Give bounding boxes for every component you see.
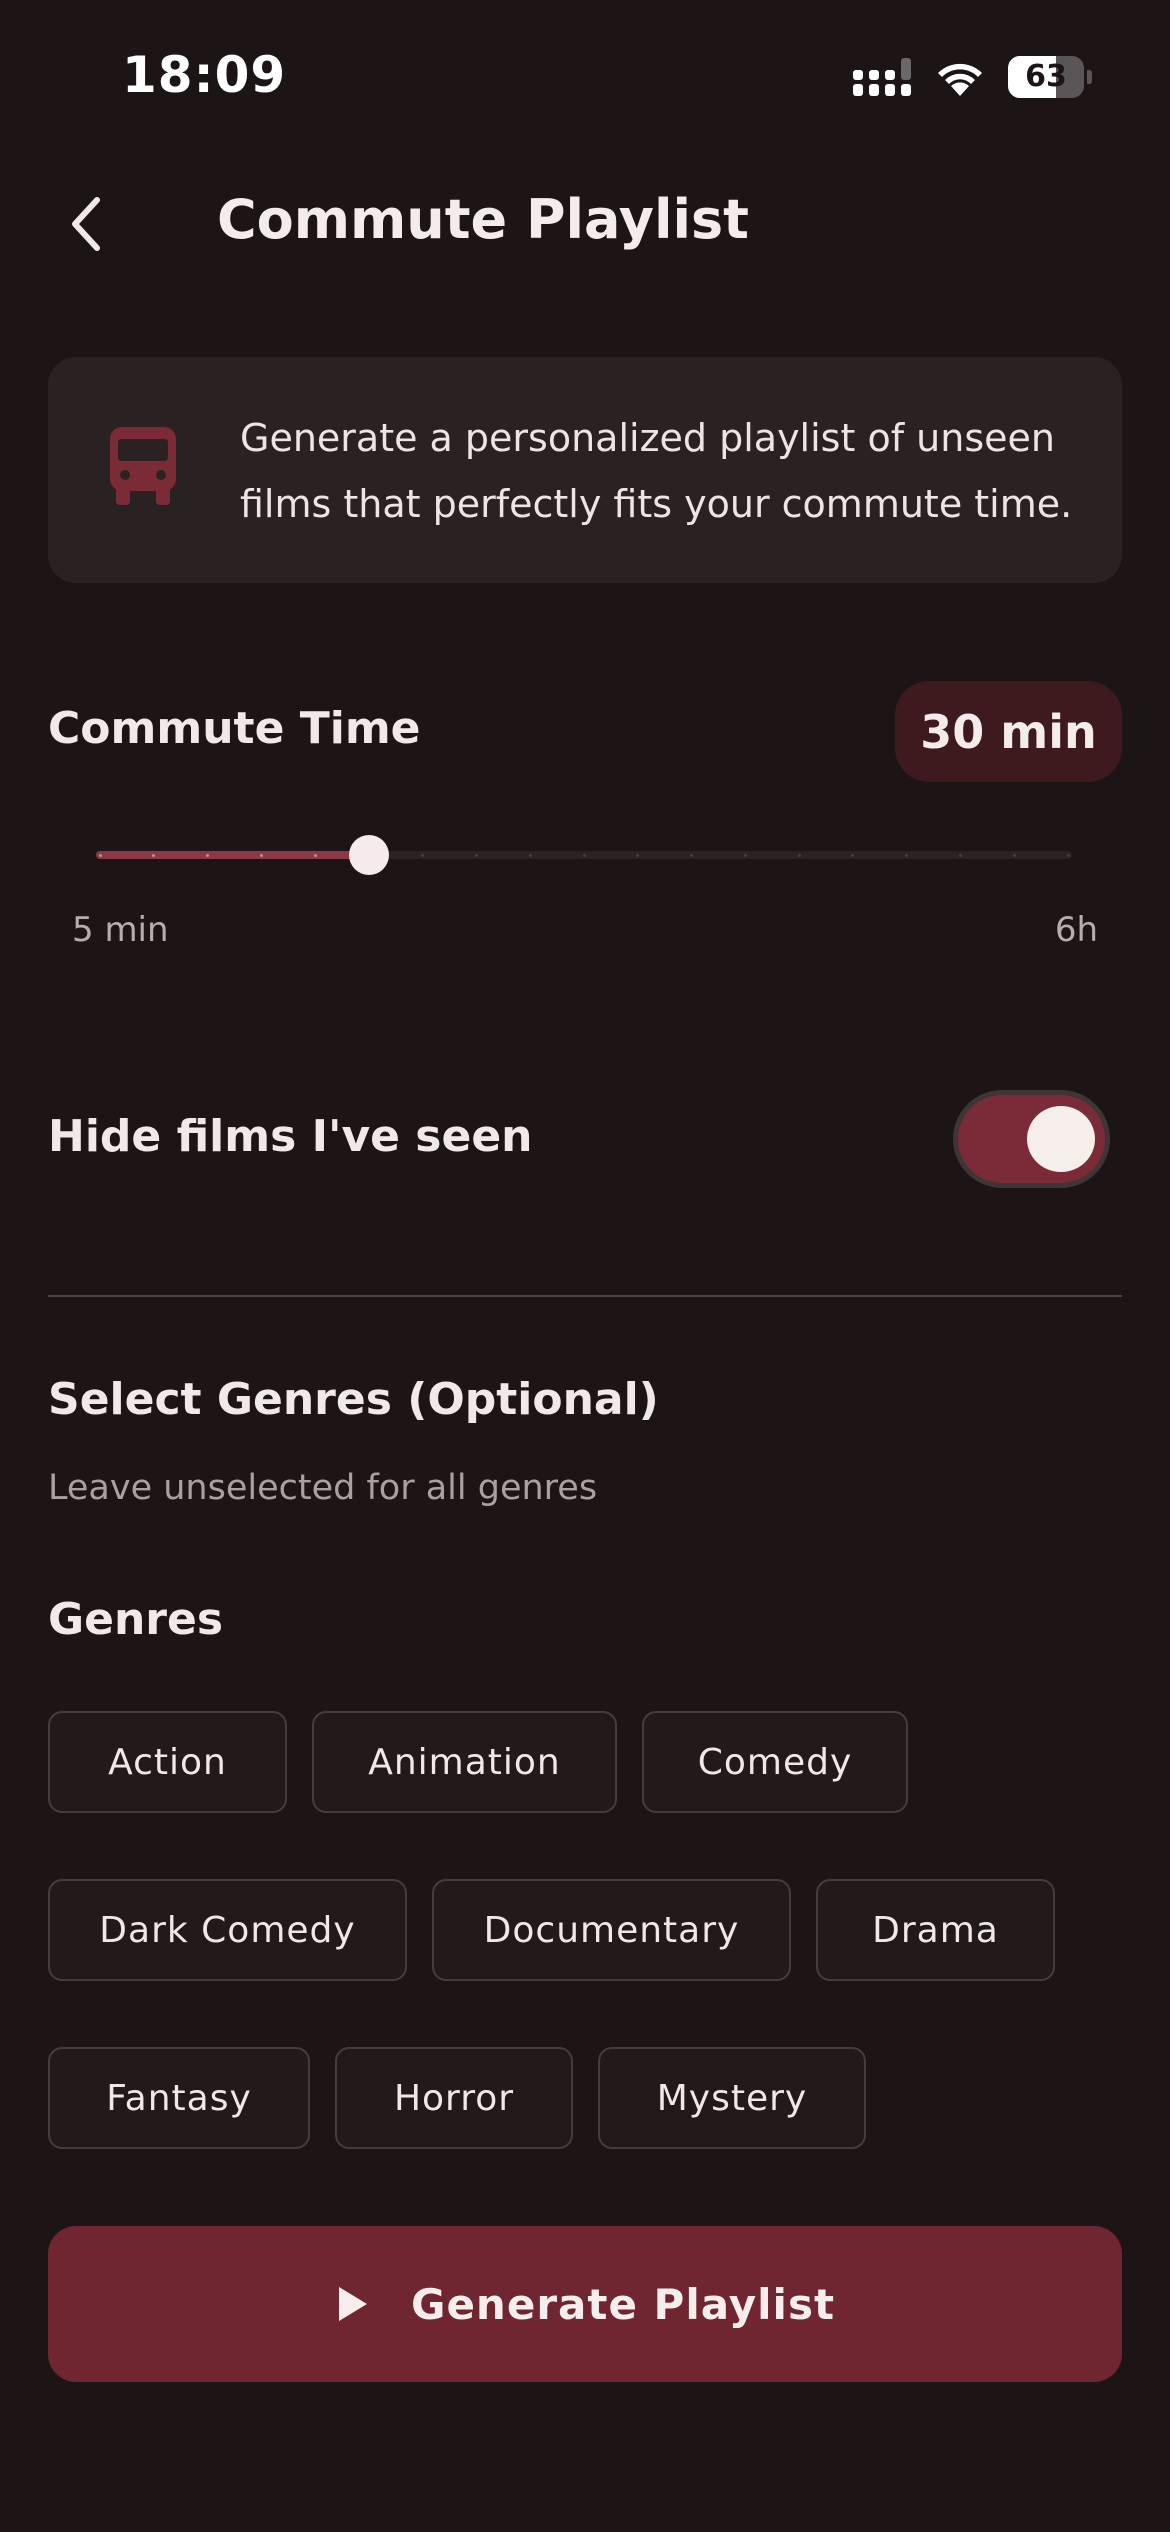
slider-max-label: 6h — [1054, 910, 1098, 950]
signal-icon — [853, 58, 911, 96]
slider-tick — [98, 854, 102, 857]
slider-tick — [1012, 854, 1016, 857]
genre-chip-animation[interactable]: Animation — [312, 1711, 617, 1813]
hide-seen-label: Hide films I've seen — [48, 1111, 533, 1162]
toggle-knob — [1027, 1106, 1095, 1172]
genre-chip-fantasy[interactable]: Fantasy — [48, 2047, 310, 2149]
status-bar: 18:09 63 — [0, 0, 1170, 150]
slider-tick — [474, 854, 478, 857]
genres-section-subtitle: Leave unselected for all genres — [48, 1468, 598, 1508]
genre-chip-mystery[interactable]: Mystery — [598, 2047, 866, 2149]
battery-body: 63 — [1008, 56, 1084, 98]
generate-playlist-button[interactable]: Generate Playlist — [48, 2226, 1122, 2382]
battery-icon: 63 — [1008, 56, 1092, 98]
commute-time-value-badge: 30 min — [895, 681, 1122, 782]
genre-chip-documentary[interactable]: Documentary — [432, 1879, 791, 1981]
slider-tick — [1066, 854, 1070, 857]
genres-section-title: Select Genres (Optional) — [48, 1374, 659, 1425]
genre-chip-drama[interactable]: Drama — [816, 1879, 1055, 1981]
commute-time-slider[interactable] — [96, 830, 1072, 880]
genre-chip-horror[interactable]: Horror — [335, 2047, 573, 2149]
slider-thumb[interactable] — [348, 835, 389, 875]
slider-tick — [528, 854, 532, 857]
slider-tick — [259, 854, 263, 857]
play-icon — [338, 2287, 367, 2321]
genres-label: Genres — [48, 1594, 224, 1645]
battery-level-text: 63 — [1025, 59, 1067, 94]
status-time: 18:09 — [122, 46, 287, 104]
slider-tick — [582, 854, 586, 857]
slider-tick — [797, 854, 801, 857]
bus-icon — [110, 427, 176, 505]
generate-playlist-label: Generate Playlist — [410, 2279, 836, 2329]
slider-tick — [743, 854, 747, 857]
back-button[interactable] — [50, 184, 120, 264]
genre-chip-comedy[interactable]: Comedy — [642, 1711, 908, 1813]
genre-chip-dark-comedy[interactable]: Dark Comedy — [48, 1879, 407, 1981]
commute-time-label: Commute Time — [48, 703, 421, 754]
slider-active-track — [96, 851, 369, 859]
page-title: Commute Playlist — [217, 188, 749, 251]
commute-playlist-screen: 18:09 63 Commute Playlist Generate a per… — [0, 0, 1170, 2532]
info-card-text: Generate a personalized playlist of unse… — [240, 416, 1073, 526]
slider-tick — [313, 854, 317, 857]
divider — [48, 1295, 1122, 1297]
chevron-left-icon — [72, 197, 100, 251]
genre-chip-action[interactable]: Action — [48, 1711, 287, 1813]
slider-tick — [958, 854, 962, 857]
wifi-icon — [938, 63, 982, 96]
battery-cap — [1087, 70, 1092, 84]
hide-seen-toggle[interactable] — [953, 1090, 1110, 1188]
slider-min-label: 5 min — [72, 910, 169, 950]
